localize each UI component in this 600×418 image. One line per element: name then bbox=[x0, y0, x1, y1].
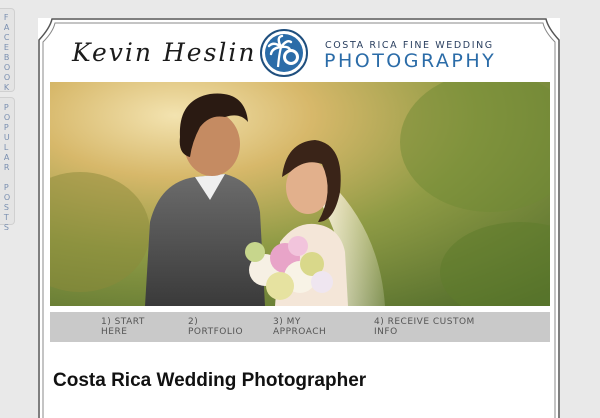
hero-photo bbox=[50, 82, 550, 306]
brand-name[interactable]: Kevin Heslin bbox=[72, 38, 257, 67]
main-nav: 1) START HERE 2) PORTFOLIO 3) MY APPROAC… bbox=[50, 312, 550, 342]
page-title: Costa Rica Wedding Photographer bbox=[53, 370, 367, 391]
popular-posts-tab-label-word: POSTS bbox=[3, 183, 11, 232]
nav-item-receive-custom-info[interactable]: 4) RECEIVE CUSTOM INFO bbox=[374, 317, 475, 337]
tab-spacer bbox=[6, 173, 9, 183]
facebook-tab[interactable]: FACEBOOK bbox=[0, 8, 15, 92]
palm-tree-camera-icon[interactable] bbox=[260, 29, 308, 77]
nav-item-start-here[interactable]: 1) START HERE bbox=[101, 317, 145, 337]
brand-subtitle-line2: PHOTOGRAPHY bbox=[324, 50, 497, 72]
popular-posts-tab-label-word: POPULAR bbox=[3, 103, 11, 172]
main-card: Kevin Heslin COSTA RICA FINE WEDDING PHO… bbox=[38, 18, 560, 418]
nav-item-my-approach[interactable]: 3) MY APPROACH bbox=[273, 317, 326, 337]
site-header: Kevin Heslin COSTA RICA FINE WEDDING PHO… bbox=[38, 18, 560, 82]
popular-posts-tab[interactable]: POPULAR POSTS bbox=[0, 97, 15, 232]
nav-item-portfolio[interactable]: 2) PORTFOLIO bbox=[188, 317, 243, 337]
wedding-couple-photo bbox=[50, 82, 550, 306]
facebook-tab-label-word: FACEBOOK bbox=[3, 13, 11, 92]
